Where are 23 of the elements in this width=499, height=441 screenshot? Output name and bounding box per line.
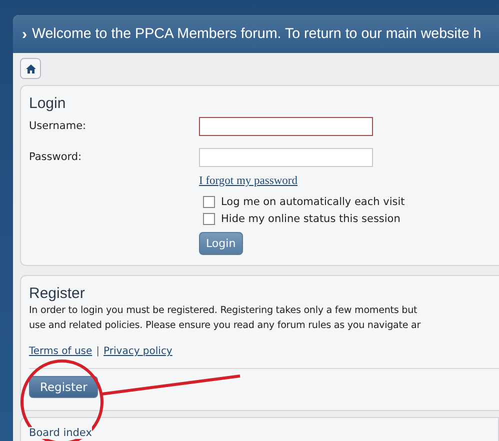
checkbox-label: Hide my online status this session <box>221 212 400 224</box>
register-button[interactable]: Register <box>29 376 98 398</box>
register-info-text: In order to login you must be registered. Registering takes only a few moments but <box>29 304 418 318</box>
home-icon <box>26 64 36 74</box>
password-field[interactable] <box>199 148 373 166</box>
username-field[interactable] <box>199 116 373 136</box>
section-title: Register <box>29 285 86 302</box>
home-button[interactable] <box>20 58 41 79</box>
welcome-text: Welcome to the PPCA Members forum. To return to our main website h <box>32 26 482 42</box>
register-info-text: use and related policies. Please ensure you read any forum rules as you navigate ar <box>29 319 422 333</box>
privacy-policy-link[interactable]: Privacy policy <box>104 346 172 357</box>
section-title: Login <box>29 95 67 112</box>
board-index-link[interactable]: Board index <box>29 427 92 439</box>
field-label: Password: <box>29 151 83 163</box>
checkbox-label: Log me on automatically each visit <box>221 196 405 208</box>
login-button[interactable]: Login <box>199 232 243 255</box>
terms-of-use-link[interactable]: Terms of use <box>29 346 92 357</box>
checkbox[interactable] <box>203 212 215 224</box>
link-separator: | <box>96 346 100 357</box>
checkbox[interactable] <box>203 196 215 208</box>
field-label: Username: <box>29 120 88 132</box>
forgot-password-link[interactable]: I forgot my password <box>199 175 298 187</box>
chevron-icon: › <box>22 26 27 42</box>
